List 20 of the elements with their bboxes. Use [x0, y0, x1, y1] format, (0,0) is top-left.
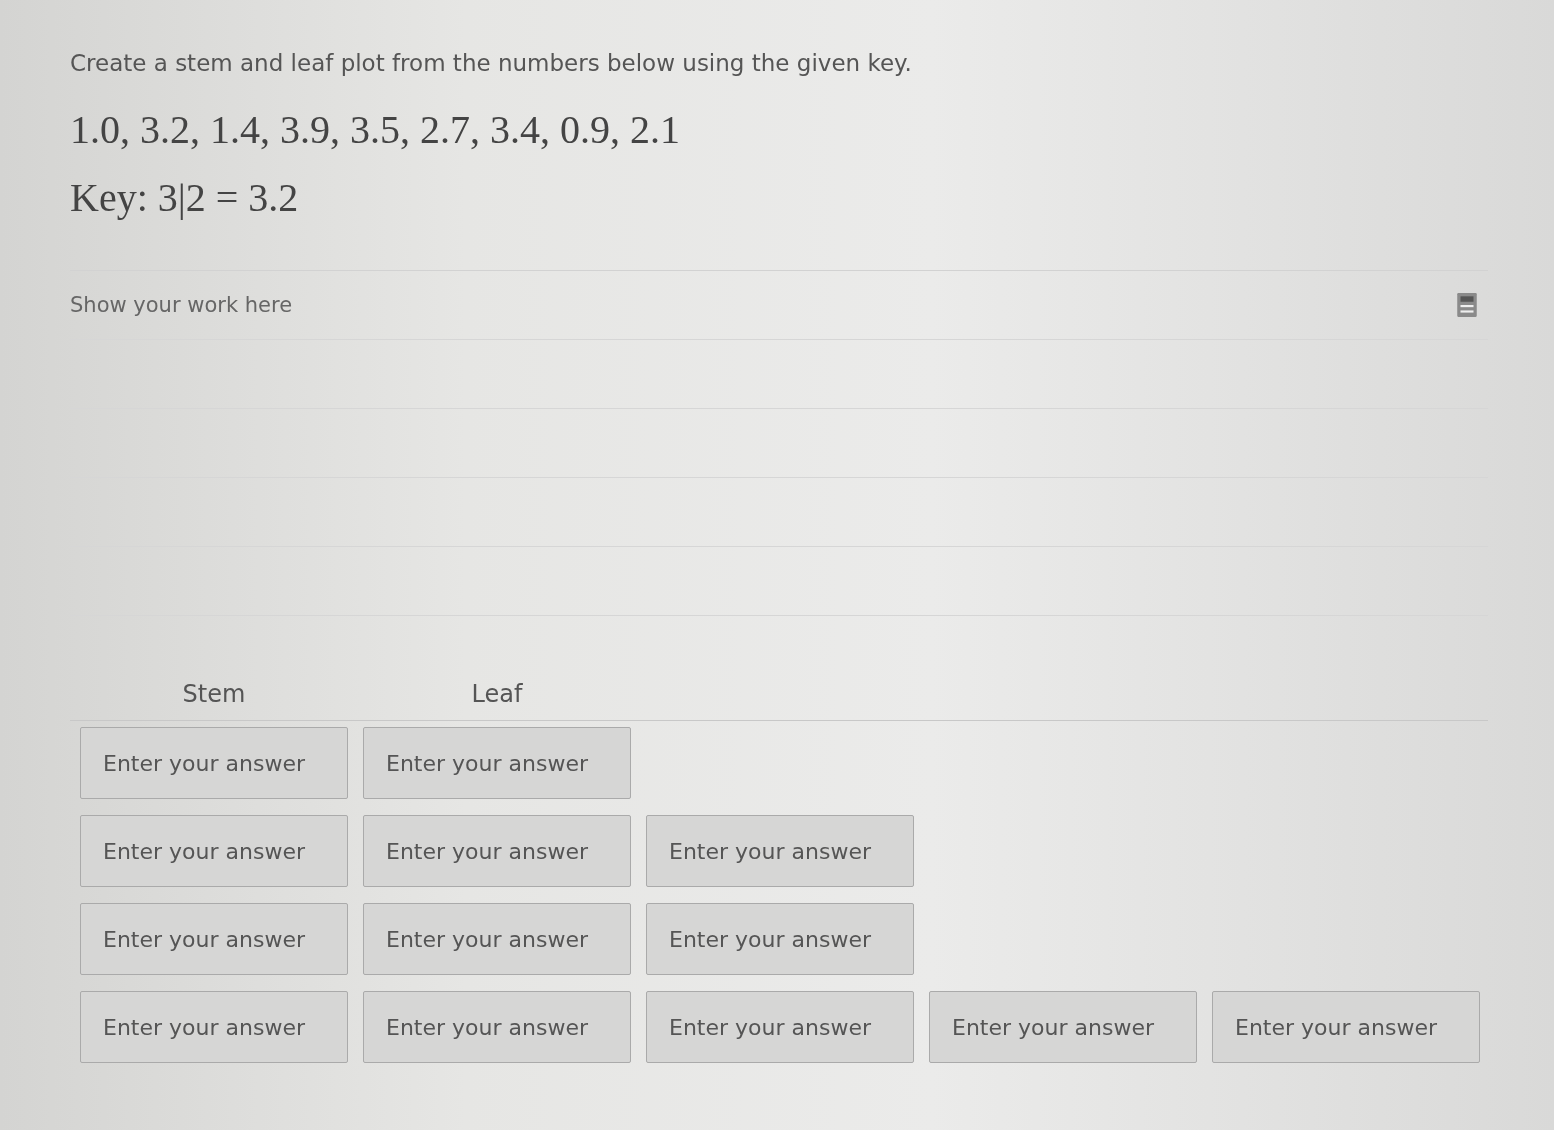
stem-input[interactable]: Enter your answer [80, 727, 348, 799]
stem-input[interactable]: Enter your answer [80, 903, 348, 975]
leaf-input[interactable]: Enter your answer [646, 815, 914, 887]
key-text: Key: 3|2 = 3.2 [70, 174, 300, 222]
question-text: Create a stem and leaf plot from the numbers below using the given key. [70, 50, 913, 78]
number-list: 1.0, 3.2, 1.4, 3.9, 3.5, 2.7, 3.4, 0.9, 2.1 [70, 106, 1488, 156]
leaf-input[interactable]: Enter your answer [363, 991, 631, 1063]
column-header: Stem [181, 680, 247, 710]
leaf-input[interactable]: Enter your answer [363, 903, 631, 975]
calculator-icon[interactable] [1456, 292, 1478, 318]
leaf-input[interactable]: Enter your answer [646, 991, 914, 1063]
work-label: Show your work here [70, 293, 293, 317]
leaf-input[interactable]: Enter your answer [646, 903, 914, 975]
column-header: Leaf [470, 680, 524, 710]
stem-input[interactable]: Enter your answer [80, 815, 348, 887]
leaf-input[interactable]: Enter your answer [1212, 991, 1480, 1063]
stem-input[interactable]: Enter your answer [80, 991, 348, 1063]
leaf-input[interactable]: Enter your answer [363, 815, 631, 887]
leaf-input[interactable]: Enter your answer [929, 991, 1197, 1063]
leaf-input[interactable]: Enter your answer [363, 727, 631, 799]
